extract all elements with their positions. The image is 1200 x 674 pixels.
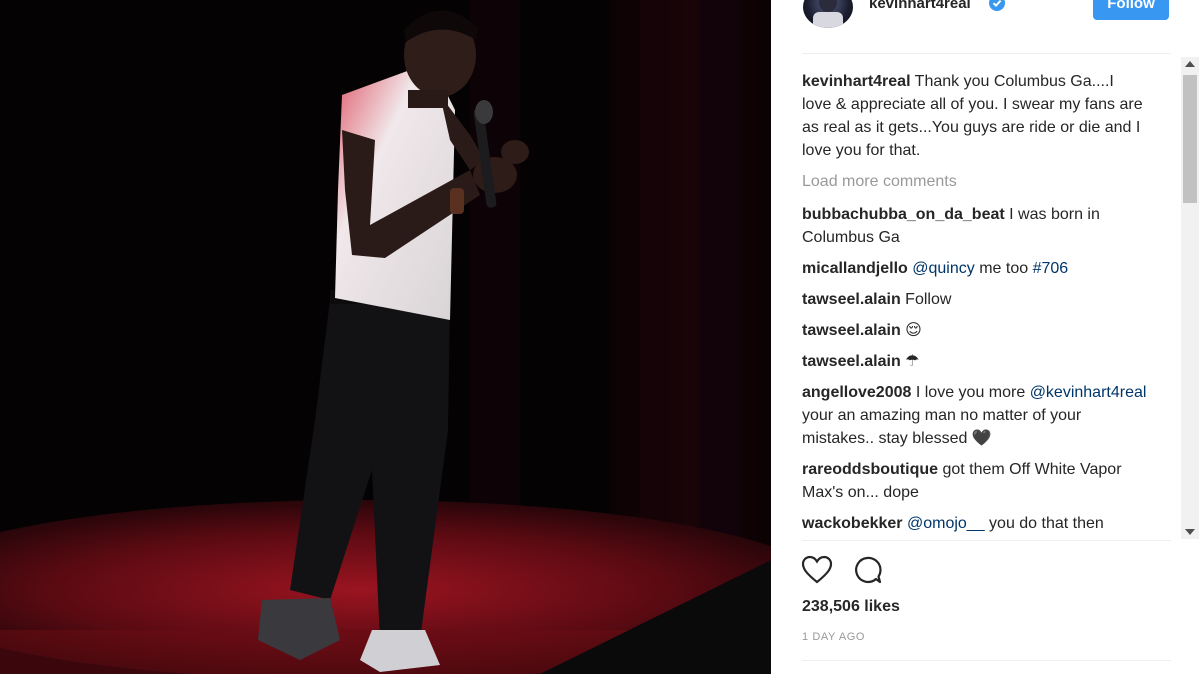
footer-divider (802, 660, 1171, 661)
scroll-down-arrow-icon[interactable] (1185, 529, 1195, 535)
comment-hashtag[interactable]: #706 (1033, 260, 1069, 277)
comment-text: Follow (905, 291, 952, 308)
comment-item: rareoddsboutique got them Off White Vapo… (802, 458, 1147, 504)
post-date[interactable]: 1 DAY AGO (802, 631, 865, 643)
follow-button[interactable]: Follow (1093, 0, 1169, 20)
caption: kevinhart4real Thank you Columbus Ga....… (802, 70, 1147, 162)
comment-mention[interactable]: @kevinhart4real (1030, 384, 1147, 401)
comment-item: micallandjello @quincy me too #706 (802, 257, 1147, 280)
caption-username[interactable]: kevinhart4real (802, 73, 911, 90)
scroll-up-arrow-icon[interactable] (1185, 61, 1195, 67)
heart-icon[interactable] (801, 555, 833, 585)
comment-username[interactable]: micallandjello (802, 260, 908, 277)
actions-divider (802, 540, 1171, 541)
load-more-comments-link[interactable]: Load more comments (802, 170, 1147, 193)
comment-item: wackobekker @omojo__ you do that then (802, 512, 1147, 535)
comment-text: ☂ (905, 353, 920, 370)
comment-mention[interactable]: @omojo__ (907, 515, 985, 532)
comment-item: tawseel.alain Follow (802, 288, 1147, 311)
comment-text: you do that then (984, 515, 1104, 532)
comment-username[interactable]: bubbachubba_on_da_beat (802, 206, 1005, 223)
comment-username[interactable]: tawseel.alain (802, 353, 901, 370)
comment-item: tawseel.alain 😌 (802, 319, 1147, 342)
comments-scrollbar[interactable] (1181, 57, 1199, 539)
comment-text: I love you more (915, 384, 1030, 401)
avatar[interactable] (803, 0, 853, 28)
header-username[interactable]: kevinhart4real (869, 0, 971, 12)
comment-mention[interactable]: @quincy (912, 260, 975, 277)
comment-item: bubbachubba_on_da_beat I was born in Col… (802, 203, 1147, 249)
verified-badge-icon (989, 0, 1005, 11)
comment-username[interactable]: wackobekker (802, 515, 903, 532)
post-photo (0, 0, 771, 674)
likes-count[interactable]: 238,506 likes (802, 598, 900, 616)
comment-username[interactable]: tawseel.alain (802, 322, 901, 339)
comment-text: me too (974, 260, 1033, 277)
comment-username[interactable]: tawseel.alain (802, 291, 901, 308)
comments-list: kevinhart4real Thank you Columbus Ga....… (802, 70, 1147, 543)
comment-text: 😌 (905, 322, 922, 339)
comment-text: your an amazing man no matter of your mi… (802, 407, 1082, 447)
speech-bubble-icon[interactable] (852, 555, 882, 585)
comment-username[interactable]: rareoddsboutique (802, 461, 938, 478)
comment-username[interactable]: angellove2008 (802, 384, 911, 401)
comment-item: angellove2008 I love you more @kevinhart… (802, 381, 1147, 450)
header-divider (802, 53, 1171, 54)
scrollbar-thumb[interactable] (1183, 75, 1197, 203)
post-header: kevinhart4real Follow (771, 0, 1200, 53)
post-sidebar: kevinhart4real Follow kevinhart4real Tha… (771, 0, 1200, 674)
comment-item: tawseel.alain ☂ (802, 350, 1147, 373)
